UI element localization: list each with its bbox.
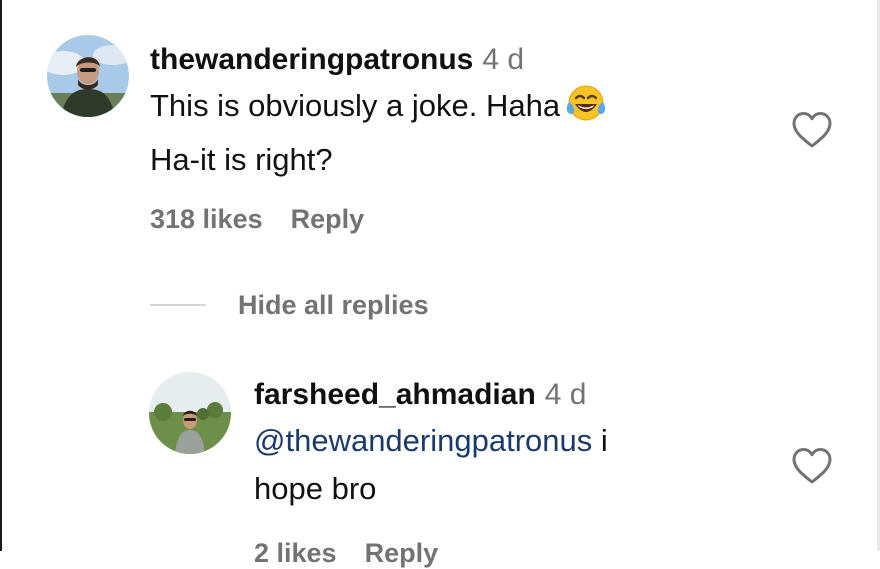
heart-outline-icon[interactable] [791, 447, 833, 485]
hide-replies-button[interactable]: Hide all replies [238, 289, 429, 321]
reply-username-text[interactable]: farsheed_ahmadian [254, 378, 536, 411]
replies-divider [150, 304, 206, 306]
comment-timestamp: 4 d [482, 43, 525, 76]
reply-button[interactable]: Reply [291, 204, 365, 234]
comment-text: This is obviously a joke. Haha Ha-it is … [150, 82, 606, 184]
mention-link[interactable]: @thewanderingpatronus [254, 423, 592, 458]
comment-text-line-2: Ha-it is right? [150, 142, 333, 177]
reply-username[interactable]: farsheed_ahmadian 4 d [254, 377, 587, 413]
heart-outline-icon[interactable] [791, 111, 833, 149]
comment-username[interactable]: thewanderingpatronus 4 d [150, 42, 524, 78]
likes-count[interactable]: 318 likes [150, 204, 263, 234]
reply-avatar[interactable] [149, 372, 231, 454]
comment-text-part: This is obviously a joke. Haha [150, 88, 561, 123]
reply-text-line-2: hope bro [254, 471, 377, 506]
reply-timestamp: 4 d [544, 378, 587, 411]
reply-likes-count[interactable]: 2 likes [254, 538, 337, 568]
reply-avatar-photo [149, 372, 231, 454]
reply-reply-button[interactable]: Reply [365, 538, 439, 568]
reply-text-part: i [592, 423, 608, 458]
reply-meta: 2 likes Reply [254, 537, 438, 569]
window-left-border [0, 0, 2, 551]
reply-text: @thewanderingpatronus i hope bro [254, 417, 608, 513]
avatar-photo [47, 35, 129, 117]
reply-text-line-1: @thewanderingpatronus i [254, 417, 608, 465]
laughing-emoji-icon [566, 84, 606, 136]
username-text[interactable]: thewanderingpatronus [150, 43, 473, 76]
comment-text-line-1: This is obviously a joke. Haha [150, 82, 606, 136]
comment-meta: 318 likes Reply [150, 203, 364, 235]
avatar[interactable] [47, 35, 129, 117]
